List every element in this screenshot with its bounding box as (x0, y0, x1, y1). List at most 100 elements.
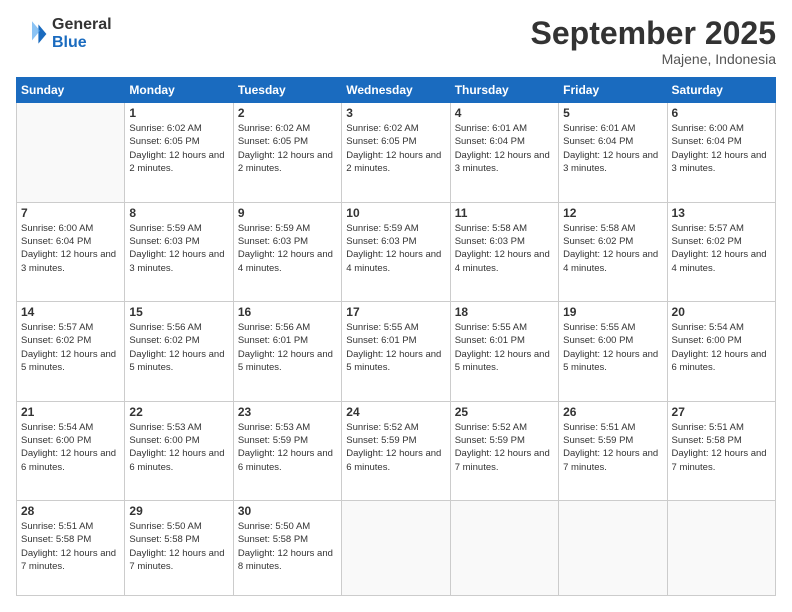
table-row: 21 Sunrise: 5:54 AMSunset: 6:00 PMDayligh… (17, 401, 125, 501)
day-info: Sunrise: 5:51 AMSunset: 5:58 PMDaylight:… (672, 421, 771, 474)
header-wednesday: Wednesday (342, 78, 450, 103)
day-number: 10 (346, 206, 445, 220)
daylight-label: Daylight: 12 hours and 4 minutes. (563, 249, 658, 273)
header-friday: Friday (559, 78, 667, 103)
sunset-label: Sunset: 6:00 PM (129, 435, 199, 446)
table-row: 18Sunrise: 5:55 AMSunset: 6:01 PMDayligh… (450, 302, 558, 402)
sunset-label: Sunset: 6:05 PM (129, 136, 199, 147)
daylight-label: Daylight: 12 hours and 2 minutes. (238, 150, 333, 174)
header-saturday: Saturday (667, 78, 775, 103)
sunrise-label: Sunrise: 5:59 AM (129, 223, 201, 234)
day-info: Sunrise: 5:50 AMSunset: 5:58 PMDaylight:… (238, 520, 337, 573)
sunset-label: Sunset: 6:04 PM (672, 136, 742, 147)
sunset-label: Sunset: 6:00 PM (672, 335, 742, 346)
table-row: 30 Sunrise: 5:50 AMSunset: 5:58 PMDayligh… (233, 501, 341, 596)
table-row: 22Sunrise: 5:53 AMSunset: 6:00 PMDayligh… (125, 401, 233, 501)
sunset-label: Sunset: 5:59 PM (346, 435, 416, 446)
sunset-label: Sunset: 5:58 PM (21, 534, 91, 545)
header-thursday: Thursday (450, 78, 558, 103)
day-info: Sunrise: 5:55 AMSunset: 6:00 PMDaylight:… (563, 321, 662, 374)
sunrise-label: Sunrise: 5:52 AM (346, 422, 418, 433)
table-row: 17 Sunrise: 5:55 AMSunset: 6:01 PMDayligh… (342, 302, 450, 402)
table-row: 25Sunrise: 5:52 AMSunset: 5:59 PMDayligh… (450, 401, 558, 501)
table-row: 12 Sunrise: 5:58 AMSunset: 6:02 PMDayligh… (559, 202, 667, 302)
sunrise-label: Sunrise: 6:01 AM (563, 123, 635, 134)
title-block: September 2025 Majene, Indonesia (531, 16, 776, 67)
daylight-label: Daylight: 12 hours and 8 minutes. (238, 548, 333, 572)
daylight-label: Daylight: 12 hours and 5 minutes. (563, 349, 658, 373)
sunrise-label: Sunrise: 5:52 AM (455, 422, 527, 433)
table-row: 16Sunrise: 5:56 AMSunset: 6:01 PMDayligh… (233, 302, 341, 402)
sunset-label: Sunset: 6:05 PM (346, 136, 416, 147)
day-info: Sunrise: 5:55 AMSunset: 6:01 PMDaylight:… (346, 321, 445, 374)
day-info: Sunrise: 5:51 AMSunset: 5:58 PMDaylight:… (21, 520, 120, 573)
day-info: Sunrise: 6:00 AMSunset: 6:04 PMDaylight:… (21, 222, 120, 275)
location: Majene, Indonesia (531, 51, 776, 67)
calendar-table: Sunday Monday Tuesday Wednesday Thursday… (16, 77, 776, 596)
day-number: 22 (129, 405, 228, 419)
day-info: Sunrise: 6:02 AMSunset: 6:05 PMDaylight:… (346, 122, 445, 175)
day-info: Sunrise: 5:52 AMSunset: 5:59 PMDaylight:… (455, 421, 554, 474)
daylight-label: Daylight: 12 hours and 4 minutes. (672, 249, 767, 273)
day-info: Sunrise: 5:59 AMSunset: 6:03 PMDaylight:… (238, 222, 337, 275)
calendar-week-row: 14Sunrise: 5:57 AMSunset: 6:02 PMDayligh… (17, 302, 776, 402)
sunrise-label: Sunrise: 5:54 AM (672, 322, 744, 333)
logo-icon (16, 18, 48, 50)
day-number: 16 (238, 305, 337, 319)
page: General Blue September 2025 Majene, Indo… (0, 0, 792, 612)
sunrise-label: Sunrise: 5:51 AM (563, 422, 635, 433)
day-number: 17 (346, 305, 445, 319)
table-row: 7Sunrise: 6:00 AMSunset: 6:04 PMDaylight… (17, 202, 125, 302)
sunset-label: Sunset: 6:00 PM (21, 435, 91, 446)
daylight-label: Daylight: 12 hours and 6 minutes. (129, 448, 224, 472)
sunset-label: Sunset: 6:05 PM (238, 136, 308, 147)
day-number: 26 (563, 405, 662, 419)
daylight-label: Daylight: 12 hours and 4 minutes. (238, 249, 333, 273)
day-number: 29 (129, 504, 228, 518)
day-number: 1 (129, 106, 228, 120)
sunrise-label: Sunrise: 5:56 AM (129, 322, 201, 333)
day-info: Sunrise: 5:55 AMSunset: 6:01 PMDaylight:… (455, 321, 554, 374)
sunrise-label: Sunrise: 6:01 AM (455, 123, 527, 134)
sunset-label: Sunset: 6:04 PM (21, 236, 91, 247)
day-info: Sunrise: 5:58 AMSunset: 6:02 PMDaylight:… (563, 222, 662, 275)
day-info: Sunrise: 5:51 AMSunset: 5:59 PMDaylight:… (563, 421, 662, 474)
logo-blue-text: Blue (52, 34, 112, 52)
table-row: 27Sunrise: 5:51 AMSunset: 5:58 PMDayligh… (667, 401, 775, 501)
table-row (667, 501, 775, 596)
day-info: Sunrise: 6:01 AMSunset: 6:04 PMDaylight:… (455, 122, 554, 175)
day-info: Sunrise: 5:54 AMSunset: 6:00 PMDaylight:… (21, 421, 120, 474)
sunset-label: Sunset: 6:03 PM (238, 236, 308, 247)
table-row: 5Sunrise: 6:01 AMSunset: 6:04 PMDaylight… (559, 103, 667, 203)
day-number: 3 (346, 106, 445, 120)
daylight-label: Daylight: 12 hours and 3 minutes. (129, 249, 224, 273)
sunset-label: Sunset: 6:04 PM (563, 136, 633, 147)
day-info: Sunrise: 5:53 AMSunset: 5:59 PMDaylight:… (238, 421, 337, 474)
table-row: 8Sunrise: 5:59 AMSunset: 6:03 PMDaylight… (125, 202, 233, 302)
day-number: 24 (346, 405, 445, 419)
daylight-label: Daylight: 12 hours and 2 minutes. (346, 150, 441, 174)
sunrise-label: Sunrise: 6:00 AM (672, 123, 744, 134)
sunset-label: Sunset: 6:03 PM (129, 236, 199, 247)
table-row: 3 Sunrise: 6:02 AMSunset: 6:05 PMDaylight… (342, 103, 450, 203)
sunset-label: Sunset: 6:02 PM (21, 335, 91, 346)
table-row: 24Sunrise: 5:52 AMSunset: 5:59 PMDayligh… (342, 401, 450, 501)
daylight-label: Daylight: 12 hours and 3 minutes. (21, 249, 116, 273)
table-row: 29 Sunrise: 5:50 AMSunset: 5:58 PMDayligh… (125, 501, 233, 596)
table-row (17, 103, 125, 203)
day-number: 12 (563, 206, 662, 220)
sunset-label: Sunset: 5:59 PM (563, 435, 633, 446)
day-number: 21 (21, 405, 120, 419)
day-number: 30 (238, 504, 337, 518)
table-row (342, 501, 450, 596)
month-title: September 2025 (531, 16, 776, 51)
day-info: Sunrise: 5:50 AMSunset: 5:58 PMDaylight:… (129, 520, 228, 573)
day-number: 11 (455, 206, 554, 220)
daylight-label: Daylight: 12 hours and 5 minutes. (21, 349, 116, 373)
day-number: 19 (563, 305, 662, 319)
sunrise-label: Sunrise: 5:55 AM (563, 322, 635, 333)
daylight-label: Daylight: 12 hours and 4 minutes. (455, 249, 550, 273)
day-info: Sunrise: 5:59 AMSunset: 6:03 PMDaylight:… (346, 222, 445, 275)
sunrise-label: Sunrise: 5:58 AM (455, 223, 527, 234)
table-row: 4Sunrise: 6:01 AMSunset: 6:04 PMDaylight… (450, 103, 558, 203)
